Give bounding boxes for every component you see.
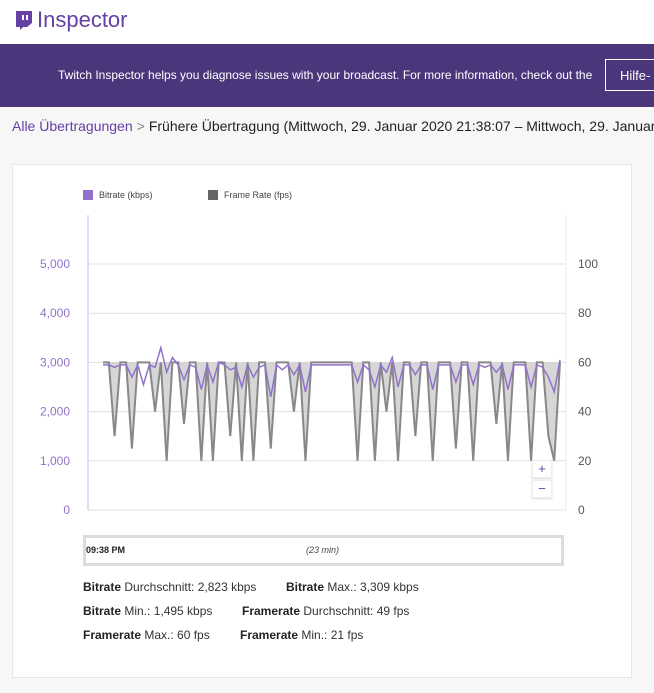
left-tick-label: 2,000 <box>40 405 70 419</box>
timeline-start: 09:38 PM <box>86 545 126 555</box>
right-tick-label: 0 <box>578 503 585 517</box>
stat-bitrate-min: Bitrate Min.: 1,495 kbps <box>83 604 213 618</box>
right-tick-label: 20 <box>578 454 592 468</box>
left-tick-label: 0 <box>63 503 70 517</box>
stat-framerate-max: Framerate Max.: 60 fps <box>83 628 210 642</box>
timeline-duration: (23 min) <box>306 545 340 555</box>
stat-framerate-avg: Framerate Durchschnitt: 49 fps <box>242 604 410 618</box>
stat-framerate-min: Framerate Min.: 21 fps <box>240 628 364 642</box>
right-tick-label: 60 <box>578 355 592 369</box>
right-tick-label: 40 <box>578 405 592 419</box>
zoom-out-button[interactable]: − <box>532 480 552 498</box>
stat-bitrate-max: Bitrate Max.: 3,309 kbps <box>286 580 419 594</box>
zoom-in-button[interactable]: + <box>532 460 552 478</box>
right-tick-label: 100 <box>578 257 598 271</box>
left-tick-label: 5,000 <box>40 257 70 271</box>
stat-bitrate-avg: Bitrate Durchschnitt: 2,823 kbps <box>83 580 257 594</box>
left-tick-label: 3,000 <box>40 355 70 369</box>
right-tick-label: 80 <box>578 306 592 320</box>
timeline-navigator[interactable]: 09:38 PM (23 min) <box>83 535 564 566</box>
left-tick-label: 1,000 <box>40 454 70 468</box>
left-tick-label: 4,000 <box>40 306 70 320</box>
